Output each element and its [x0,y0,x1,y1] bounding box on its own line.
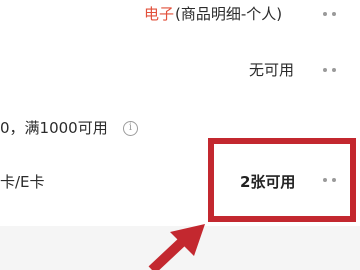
invoice-detail-text: (商品明细-个人) [175,5,283,23]
info-icon[interactable]: i [123,121,138,136]
dot [322,12,327,16]
dot [331,68,336,72]
invoice-row[interactable]: 电子 (商品明细-个人) [0,0,360,30]
coupon-row[interactable]: 无可用 [0,56,360,86]
invoice-type-text: 电子 [144,5,175,23]
dot [322,68,327,72]
coupon-status-text: 无可用 [249,61,295,79]
bottom-section-background [0,226,360,270]
highlight-box [208,138,356,222]
dot [331,12,336,16]
discount-text: 0，满1000可用 [0,119,108,137]
more-dots-icon[interactable] [314,60,344,80]
more-dots-icon[interactable] [314,4,344,24]
gift-card-label: 卡/E卡 [0,173,45,191]
